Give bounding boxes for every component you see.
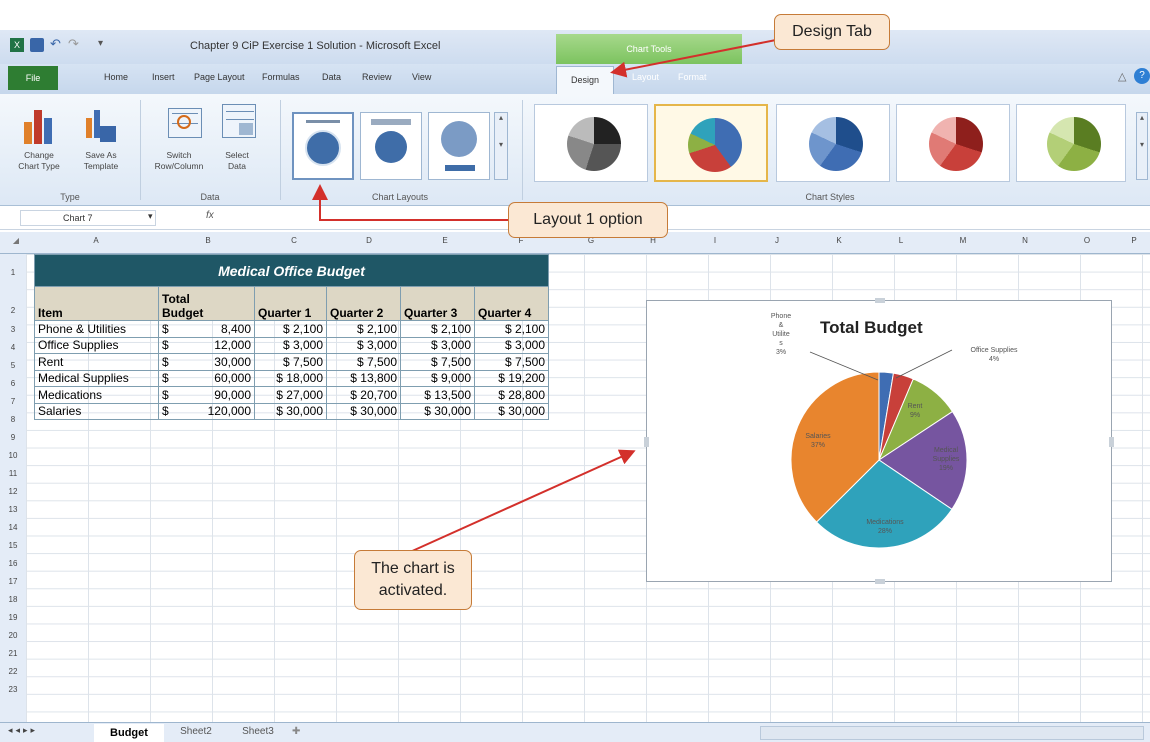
design-tab-arrow — [610, 39, 777, 78]
callout-design-tab: Design Tab — [774, 14, 890, 50]
chart-activated-arrow — [409, 449, 636, 553]
callout-arrows — [312, 39, 777, 553]
callout-chart-activated: The chart is activated. — [354, 550, 472, 610]
callout-layout-1-option: Layout 1 option — [508, 202, 668, 238]
sheet-tab-sheet2[interactable]: Sheet2 — [168, 726, 224, 737]
sheet-tab-budget[interactable]: Budget — [94, 724, 164, 742]
sheet-nav-arrows-icon[interactable]: ◂◂▸▸ — [8, 725, 38, 736]
horizontal-scrollbar[interactable] — [760, 726, 1144, 740]
sheet-tab-sheet3[interactable]: Sheet3 — [230, 726, 286, 737]
layout1-arrow — [312, 184, 514, 221]
insert-sheet-icon[interactable]: ✚ — [292, 726, 300, 737]
